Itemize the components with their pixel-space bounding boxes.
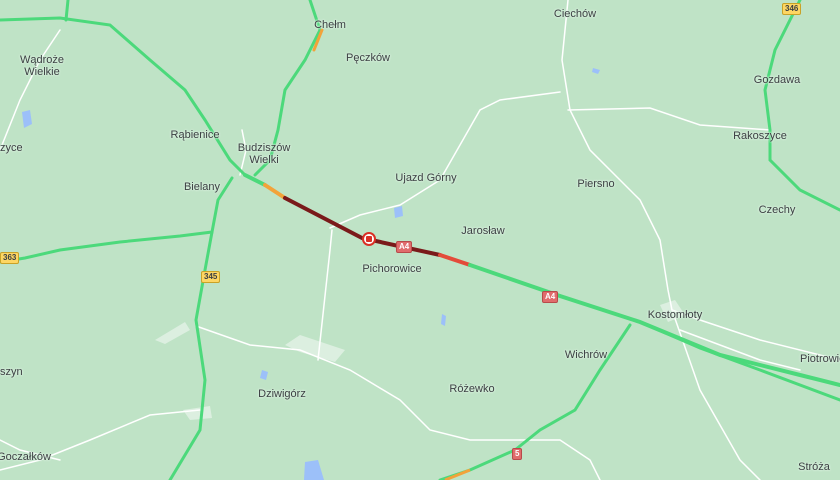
place-label[interactable]: Bielany xyxy=(184,181,220,193)
place-label[interactable]: Gozdawa xyxy=(754,74,800,86)
water-area xyxy=(441,314,446,326)
place-label[interactable]: Dziwigórz xyxy=(258,388,306,400)
place-label[interactable]: zyce xyxy=(0,142,23,154)
route-shield-a4: A4 xyxy=(542,291,559,303)
motorway-a4 xyxy=(243,173,840,402)
traffic-slow-segment xyxy=(444,468,471,480)
regional-roads xyxy=(0,0,840,480)
place-label[interactable]: Pęczków xyxy=(346,52,390,64)
place-label[interactable]: Stróża xyxy=(798,461,830,473)
water-area xyxy=(304,460,324,480)
route-shield-345: 345 xyxy=(201,271,221,283)
place-label[interactable]: Rakoszyce xyxy=(733,130,787,142)
map-roads-layer xyxy=(0,0,840,480)
place-label[interactable]: Jarosław xyxy=(461,225,504,237)
place-label[interactable]: Piersno xyxy=(577,178,614,190)
place-label[interactable]: Pichorowice xyxy=(362,263,421,275)
place-label[interactable]: szyn xyxy=(0,366,23,378)
route-shield-346: 346 xyxy=(782,3,802,15)
place-label[interactable]: Piotrowic xyxy=(800,353,840,365)
place-label[interactable]: Czechy xyxy=(759,204,796,216)
place-label[interactable]: Ciechów xyxy=(554,8,596,20)
water-area xyxy=(22,110,32,128)
place-label[interactable]: Goczałków xyxy=(0,451,51,463)
place-label[interactable]: Wichrów xyxy=(565,349,607,361)
urban-area xyxy=(155,322,190,344)
map-canvas[interactable]: 346 363 345 A4 A4 5 Chełm Ciechów Wądroż… xyxy=(0,0,840,480)
place-label[interactable]: Chełm xyxy=(314,19,346,31)
route-shield-a4: A4 xyxy=(396,241,413,253)
route-shield-363: 363 xyxy=(0,252,20,264)
urban-area xyxy=(285,335,345,362)
urban-area xyxy=(183,406,212,420)
place-label[interactable]: Wądroże Wielkie xyxy=(20,54,64,78)
water-area xyxy=(394,206,403,218)
place-label[interactable]: Rąbienice xyxy=(171,129,220,141)
water-area xyxy=(592,68,600,74)
route-shield-5: 5 xyxy=(512,448,523,460)
road-closure-icon[interactable] xyxy=(362,232,376,246)
place-label[interactable]: Budziszów Wielki xyxy=(238,142,291,166)
place-label[interactable]: Różewko xyxy=(449,383,494,395)
place-label[interactable]: Ujazd Górny xyxy=(395,172,456,184)
water-area xyxy=(260,370,268,380)
place-label[interactable]: Kostomłoty xyxy=(648,309,702,321)
